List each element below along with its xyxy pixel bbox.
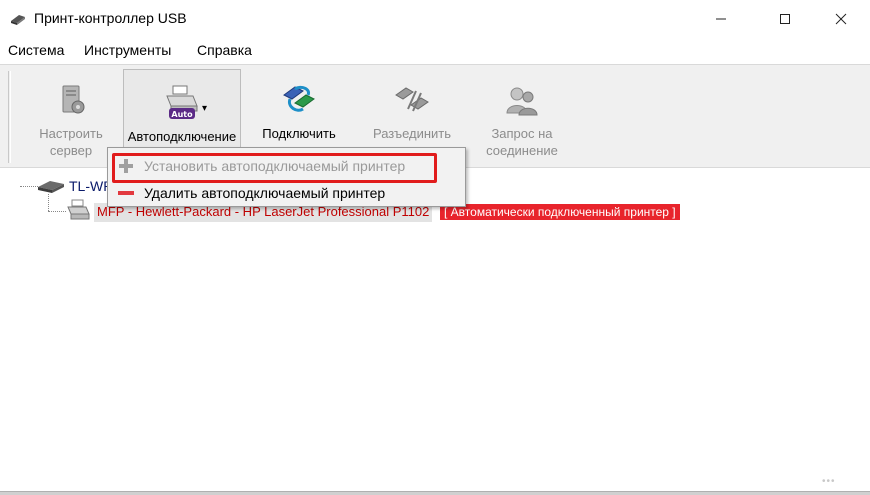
remove-auto-printer-label: Удалить автоподключаемый принтер	[144, 185, 386, 201]
request-connection-button[interactable]: Запрос на соединение	[472, 69, 572, 165]
auto-connect-label: Автоподключение	[127, 129, 237, 144]
printer-icon	[66, 199, 90, 224]
configure-server-button[interactable]: Настроить сервер	[28, 69, 114, 165]
configure-server-label-2: сервер	[49, 143, 93, 158]
window-bottom-border	[0, 491, 870, 495]
request-connection-label-2: соединение	[486, 143, 558, 158]
connect-label: Подключить	[262, 126, 336, 141]
remove-auto-printer-menu-item[interactable]: Удалить автоподключаемый принтер	[109, 180, 464, 206]
disconnect-label: Разъединить	[372, 126, 452, 141]
menu-system[interactable]: Система	[8, 42, 64, 58]
minimize-button[interactable]	[698, 0, 744, 38]
maximize-button[interactable]	[762, 0, 808, 38]
connect-icon	[252, 83, 346, 121]
auto-icon-text: Auto	[171, 110, 193, 119]
request-connection-icon	[472, 83, 572, 121]
configure-server-icon	[28, 83, 114, 121]
device-tree: TL-WR MFP - Hewlett-Packard - HP LaserJe…	[0, 169, 870, 491]
close-icon	[835, 13, 847, 25]
toolbar-grip[interactable]	[8, 71, 11, 163]
menu-bar: Система Инструменты Справка	[0, 38, 870, 62]
chevron-down-icon[interactable]: ▾	[202, 100, 207, 117]
watermark: •••	[822, 476, 836, 487]
auto-connect-printer-icon: Auto	[124, 84, 240, 124]
minimize-icon	[716, 18, 726, 20]
menu-help[interactable]: Справка	[197, 42, 252, 58]
menu-tools[interactable]: Инструменты	[84, 42, 171, 58]
minus-icon	[117, 184, 135, 202]
disconnect-icon	[360, 83, 464, 121]
server-icon	[36, 178, 66, 197]
status-badge: [ Автоматически подключенный принтер ]	[440, 204, 680, 220]
close-button[interactable]	[818, 0, 864, 38]
request-connection-label-1: Запрос на	[491, 126, 553, 141]
annotation-highlight-box	[112, 153, 437, 183]
window-title: Принт-контроллер USB	[34, 10, 187, 26]
tree-connector	[48, 211, 66, 212]
maximize-icon	[780, 14, 790, 24]
configure-server-label-1: Настроить	[39, 126, 103, 141]
title-bar: Принт-контроллер USB	[0, 0, 870, 38]
app-printer-icon	[10, 12, 26, 26]
tree-connector	[48, 194, 49, 211]
